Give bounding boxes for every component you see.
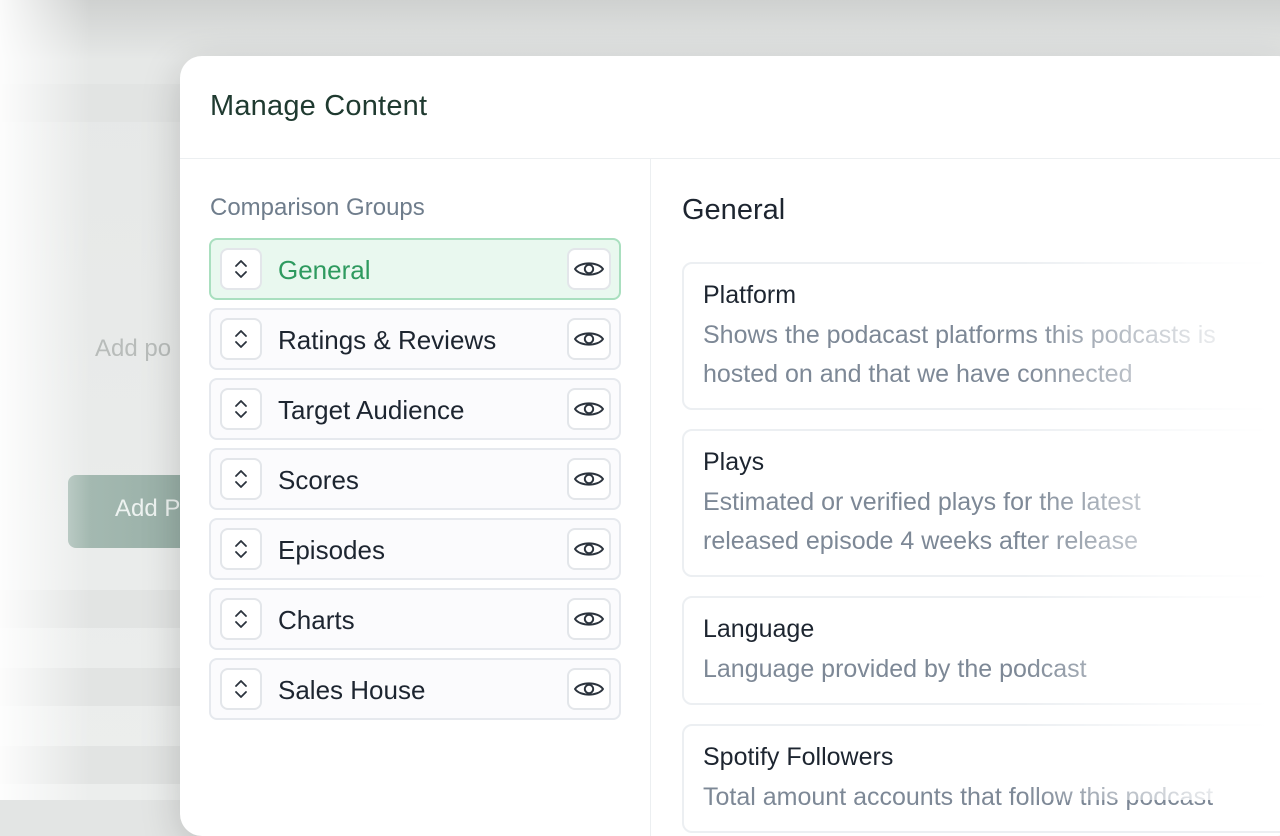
drag-handle-button[interactable]: [220, 528, 262, 570]
drag-handle-button[interactable]: [220, 668, 262, 710]
content-item-title: Platform: [703, 281, 797, 309]
content-item-card[interactable]: Platform Shows the podacast platforms th…: [682, 262, 1280, 410]
divider: [180, 158, 1280, 159]
comparison-group-label: Scores: [278, 465, 359, 495]
drag-handle-button[interactable]: [220, 248, 262, 290]
drag-handle-button[interactable]: [220, 598, 262, 640]
manage-content-modal: Manage Content Comparison Groups General…: [180, 56, 1280, 836]
visibility-toggle-button[interactable]: [567, 318, 611, 360]
visibility-toggle-button[interactable]: [567, 458, 611, 500]
comparison-group-item[interactable]: Target Audience: [209, 378, 621, 440]
eye-icon: [574, 402, 604, 416]
chevron-up-down-icon: [235, 470, 247, 488]
comparison-groups-label: Comparison Groups: [210, 194, 425, 221]
content-item-title: Plays: [703, 448, 765, 476]
comparison-group-list: General Ratings & Reviews Target Audienc…: [209, 238, 621, 728]
comparison-group-label: Charts: [278, 605, 355, 635]
comparison-group-label: Ratings & Reviews: [278, 325, 497, 355]
eye-icon: [574, 472, 604, 486]
comparison-group-item[interactable]: Ratings & Reviews: [209, 308, 621, 370]
content-item-description: Language provided by the podcast: [703, 655, 1087, 683]
chevron-up-down-icon: [235, 610, 247, 628]
content-item-title: Language: [703, 615, 815, 643]
visibility-toggle-button[interactable]: [567, 668, 611, 710]
divider: [650, 159, 651, 836]
eye-icon: [574, 262, 604, 276]
visibility-toggle-button[interactable]: [567, 248, 611, 290]
drag-handle-button[interactable]: [220, 318, 262, 360]
eye-icon: [574, 542, 604, 556]
drag-handle-button[interactable]: [220, 458, 262, 500]
chevron-up-down-icon: [235, 680, 247, 698]
content-item-list: Platform Shows the podacast platforms th…: [682, 262, 1280, 836]
visibility-toggle-button[interactable]: [567, 528, 611, 570]
comparison-group-item[interactable]: General: [209, 238, 621, 300]
chevron-up-down-icon: [235, 260, 247, 278]
content-item-description: Shows the podacast platforms this podcas…: [703, 321, 1216, 388]
chevron-up-down-icon: [235, 400, 247, 418]
content-item-card[interactable]: Spotify Followers Total amount accounts …: [682, 724, 1280, 833]
chevron-up-down-icon: [235, 330, 247, 348]
comparison-group-label: Target Audience: [278, 395, 465, 425]
content-item-card[interactable]: Language Language provided by the podcas…: [682, 596, 1280, 705]
eye-icon: [574, 612, 604, 626]
comparison-group-item[interactable]: Charts: [209, 588, 621, 650]
comparison-group-label: Episodes: [278, 535, 385, 565]
chevron-up-down-icon: [235, 540, 247, 558]
drag-handle-button[interactable]: [220, 388, 262, 430]
comparison-group-item[interactable]: Episodes: [209, 518, 621, 580]
modal-title: Manage Content: [210, 90, 428, 122]
content-item-description: Total amount accounts that follow this p…: [703, 783, 1214, 811]
content-item-title: Spotify Followers: [703, 743, 894, 771]
content-item-description: Estimated or verified plays for the late…: [703, 488, 1141, 555]
background-placeholder-text: Add po: [95, 335, 172, 362]
comparison-group-item[interactable]: Scores: [209, 448, 621, 510]
visibility-toggle-button[interactable]: [567, 598, 611, 640]
comparison-group-item[interactable]: Sales House: [209, 658, 621, 720]
comparison-group-label: Sales House: [278, 675, 426, 705]
section-title: General: [682, 194, 786, 226]
visibility-toggle-button[interactable]: [567, 388, 611, 430]
content-item-card[interactable]: Plays Estimated or verified plays for th…: [682, 429, 1280, 577]
eye-icon: [574, 682, 604, 696]
comparison-group-label: General: [278, 255, 371, 285]
eye-icon: [574, 332, 604, 346]
